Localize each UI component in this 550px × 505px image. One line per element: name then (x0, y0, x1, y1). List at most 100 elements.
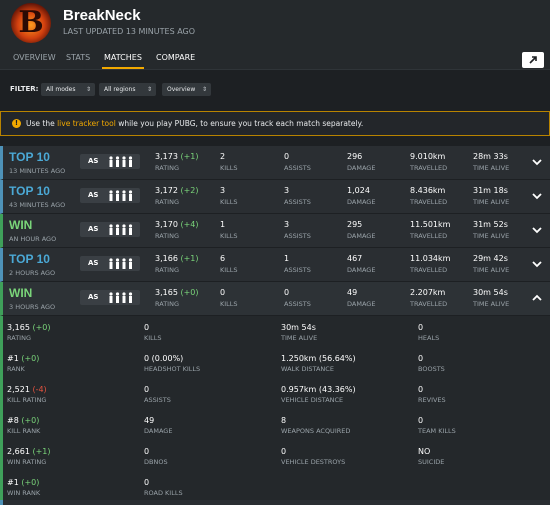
match-travelled: 2.207km (410, 288, 446, 297)
damage-label: DAMAGE (347, 300, 376, 308)
detail-value: 3,165 (7, 323, 30, 332)
detail-delta: (-4) (32, 385, 47, 394)
squad-icon (109, 292, 133, 303)
detail-label: RATING (7, 334, 31, 342)
detail-value: 49 (144, 416, 155, 425)
detail-delta: (+0) (21, 354, 40, 363)
kills-label: KILLS (220, 266, 238, 274)
detail-value: 0.957km (43.36%) (281, 385, 356, 394)
match-time: 13 MINUTES AGO (9, 167, 66, 175)
detail-delta: (+1) (32, 447, 51, 456)
time-alive-label: TIME ALIVE (473, 164, 510, 172)
detail-value: 8 (281, 416, 287, 425)
kills-label: KILLS (220, 300, 238, 308)
detail-headshot-kills: 0 (0.00%) HEADSHOT KILLS (144, 354, 274, 373)
share-button[interactable] (522, 52, 544, 68)
match-mode-badge: AS (80, 222, 140, 237)
match-row[interactable]: TOP 10 2 HOURS AGO AS 3,166 (+1) RATING … (0, 248, 550, 282)
detail-damage: 49 DAMAGE (144, 416, 274, 435)
match-placement: WIN (9, 218, 33, 232)
match-row-expanded[interactable]: WIN 3 HOURS AGO AS 3,165 (+0) RATING 0 K… (0, 282, 550, 316)
match-row[interactable]: WIN AN HOUR AGO AS 3,170 (+4) RATING 1 K… (0, 214, 550, 248)
detail-label: WIN RATING (7, 458, 47, 466)
detail-assists: 0 ASSISTS (144, 385, 274, 404)
detail-label: RANK (7, 365, 25, 373)
match-placement: TOP 10 (9, 252, 50, 266)
time-alive-label: TIME ALIVE (473, 300, 510, 308)
detail-label: WIN RANK (7, 489, 41, 497)
match-mode-badge: AS (80, 256, 140, 271)
notice-text-before: Use the (26, 119, 58, 128)
mode-select[interactable]: All modes ⇕ (41, 83, 95, 96)
detail-value: 1.250km (56.64%) (281, 354, 356, 363)
view-select[interactable]: Overview ⇕ (162, 83, 211, 96)
detail-label: WEAPONS ACQUIRED (281, 427, 351, 435)
detail-value: #1 (7, 354, 19, 363)
rating-value: 3,172 (155, 186, 178, 195)
match-kills: 1 (220, 220, 226, 229)
detail-win-rank: #1 (+0) WIN RANK (7, 478, 137, 497)
detail-value: 0 (418, 416, 424, 425)
chevron-down-icon[interactable] (532, 158, 542, 166)
damage-label: DAMAGE (347, 164, 376, 172)
match-detail-panel: 3,165 (+0) RATING 0 KILLS 30m 54s TIME A… (0, 316, 550, 505)
tab-stats[interactable]: STATS (66, 53, 90, 62)
tab-compare[interactable]: COMPARE (156, 53, 195, 62)
match-travelled: 11.034km (410, 254, 451, 263)
match-rating: 3,173 (+1) (155, 152, 199, 161)
match-damage: 296 (347, 152, 363, 161)
chevron-down-icon[interactable] (532, 260, 542, 268)
match-time-alive: 29m 42s (473, 254, 508, 263)
avatar: B (11, 3, 51, 43)
match-placement: TOP 10 (9, 150, 50, 164)
detail-delta: (+0) (21, 416, 40, 425)
detail-vehicle-distance: 0.957km (43.36%) VEHICLE DISTANCE (281, 385, 411, 404)
match-time-alive: 30m 54s (473, 288, 508, 297)
rating-value: 3,170 (155, 220, 178, 229)
match-rating: 3,165 (+0) (155, 288, 199, 297)
notice-text-after: while you play PUBG, to ensure you track… (115, 119, 364, 128)
squad-icon (109, 156, 133, 167)
detail-vehicle-destroys: 0 VEHICLE DESTROYS (281, 447, 411, 466)
tab-overview[interactable]: OVERVIEW (13, 53, 56, 62)
rating-label: RATING (155, 198, 179, 206)
chevron-up-icon[interactable] (532, 294, 542, 302)
detail-value: #1 (7, 478, 19, 487)
match-travelled: 11.501km (410, 220, 451, 229)
notice-text: Use the live tracker tool while you play… (26, 119, 363, 128)
next-match-row[interactable] (0, 500, 550, 505)
chevron-down-icon[interactable] (532, 192, 542, 200)
detail-kill-rating: 2,521 (-4) KILL RATING (7, 385, 137, 404)
detail-label: HEADSHOT KILLS (144, 365, 201, 373)
match-time: 43 MINUTES AGO (9, 201, 66, 209)
match-time-alive: 31m 52s (473, 220, 508, 229)
detail-label: ROAD KILLS (144, 489, 183, 497)
assists-label: ASSISTS (284, 232, 311, 240)
filter-label: FILTER: (10, 85, 39, 93)
detail-label: KILL RATING (7, 396, 47, 404)
detail-boosts: 0 BOOSTS (418, 354, 548, 373)
time-alive-label: TIME ALIVE (473, 266, 510, 274)
match-row[interactable]: TOP 10 13 MINUTES AGO AS 3,173 (+1) RATI… (0, 146, 550, 180)
squad-icon (109, 224, 133, 235)
match-time: 3 HOURS AGO (9, 303, 56, 311)
travelled-label: TRAVELLED (410, 198, 448, 206)
live-tracker-link[interactable]: live tracker tool (57, 119, 116, 128)
region-select[interactable]: All regions ⇕ (99, 83, 156, 96)
match-assists: 0 (284, 288, 290, 297)
kills-label: KILLS (220, 164, 238, 172)
detail-value: 0 (144, 323, 150, 332)
detail-value: 30m 54s (281, 323, 316, 332)
match-row[interactable]: TOP 10 43 MINUTES AGO AS 3,172 (+2) RATI… (0, 180, 550, 214)
tab-matches[interactable]: MATCHES (102, 53, 144, 69)
detail-label: DBNOS (144, 458, 168, 466)
detail-value: 0 (281, 447, 287, 456)
detail-label: KILLS (144, 334, 162, 342)
match-kills: 6 (220, 254, 226, 263)
detail-kills: 0 KILLS (144, 323, 274, 342)
assists-label: ASSISTS (284, 164, 311, 172)
detail-label: KILL RANK (7, 427, 41, 435)
detail-label: TIME ALIVE (281, 334, 318, 342)
match-kills: 3 (220, 186, 226, 195)
chevron-down-icon[interactable] (532, 226, 542, 234)
